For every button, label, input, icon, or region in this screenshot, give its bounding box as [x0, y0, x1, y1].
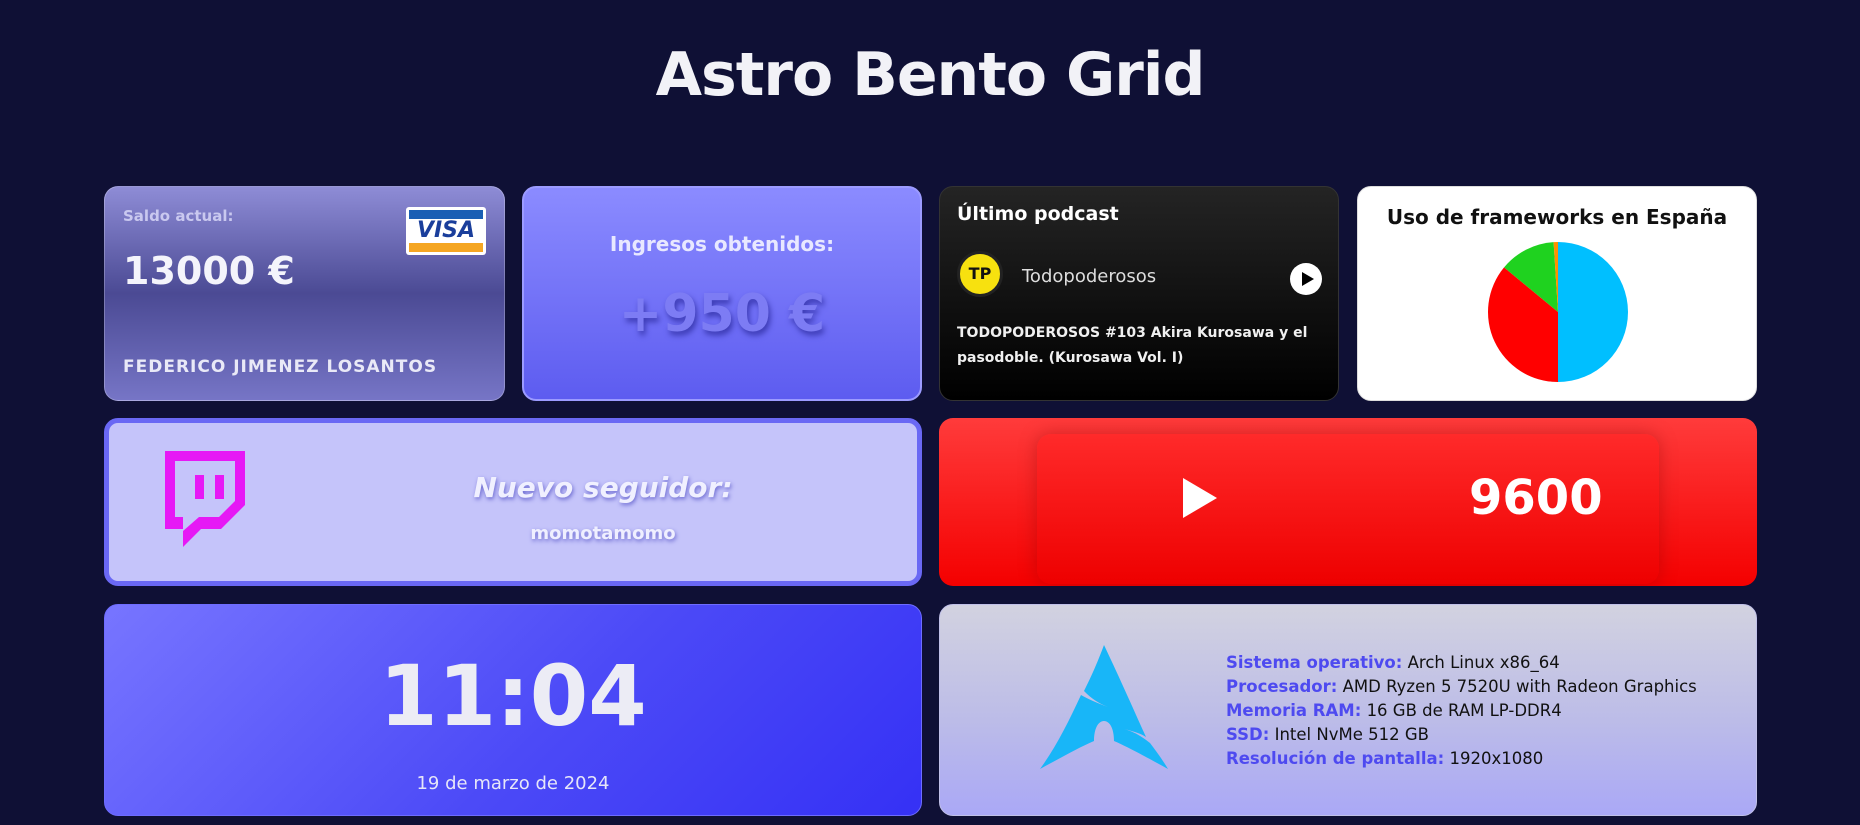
- subscriber-count: 9600: [1469, 470, 1603, 526]
- follower-username: momotamomo: [530, 523, 676, 544]
- balance-label: Saldo actual:: [123, 207, 234, 225]
- spec-row: Resolución de pantalla: 1920x1080: [1226, 749, 1544, 768]
- podcast-episode-title: TODOPODEROSOS #103 Akira Kurosawa y el p…: [957, 325, 1308, 366]
- frameworks-pie-chart: [1488, 242, 1628, 382]
- new-follower-label: Nuevo seguidor:: [473, 471, 733, 504]
- arch-linux-icon: [1040, 645, 1168, 769]
- spec-row: Sistema operativo: Arch Linux x86_64: [1226, 653, 1560, 672]
- pie-slice-0: [1558, 242, 1628, 382]
- frameworks-heading: Uso de frameworks en España: [1386, 205, 1728, 229]
- income-value: +950 €: [618, 284, 826, 344]
- bank-card: Saldo actual: 13000 € FEDERICO JIMENEZ L…: [104, 186, 505, 401]
- card-brand: VISA: [416, 218, 476, 243]
- page-title: Astro Bento Grid: [655, 40, 1206, 110]
- income-card: Ingresos obtenidos: +950 €: [522, 186, 922, 401]
- podcast-heading: Último podcast: [957, 203, 1119, 225]
- system-info-card: Sistema operativo: Arch Linux x86_64 Pro…: [939, 604, 1757, 816]
- spec-row: Memoria RAM: 16 GB de RAM LP-DDR4: [1226, 701, 1562, 720]
- spec-row: SSD: Intel NvMe 512 GB: [1226, 725, 1429, 744]
- clock-date: 19 de marzo de 2024: [416, 773, 610, 794]
- spec-row: Procesador: AMD Ryzen 5 7520U with Radeo…: [1226, 677, 1697, 696]
- play-circle-icon[interactable]: [1290, 263, 1322, 295]
- youtube-card: 9600: [939, 418, 1757, 586]
- podcast-logo-icon: TP: [957, 251, 1003, 297]
- frameworks-card: Uso de frameworks en España: [1357, 186, 1757, 401]
- balance-amount: 13000 €: [123, 249, 295, 293]
- card-holder: FEDERICO JIMENEZ LOSANTOS: [123, 357, 438, 377]
- podcast-card: Último podcast TP Todopoderosos TODOPODE…: [939, 186, 1339, 401]
- system-specs: Sistema operativo: Arch Linux x86_64 Pro…: [1226, 651, 1697, 771]
- podcast-show-name: Todopoderosos: [1022, 266, 1157, 287]
- clock-time: 11:04: [379, 647, 647, 745]
- twitch-follower-card: Nuevo seguidor: momotamomo: [104, 418, 922, 586]
- visa-icon: VISA: [406, 207, 486, 255]
- clock-card: 11:04 19 de marzo de 2024: [104, 604, 922, 816]
- income-label: Ingresos obtenidos:: [609, 232, 835, 256]
